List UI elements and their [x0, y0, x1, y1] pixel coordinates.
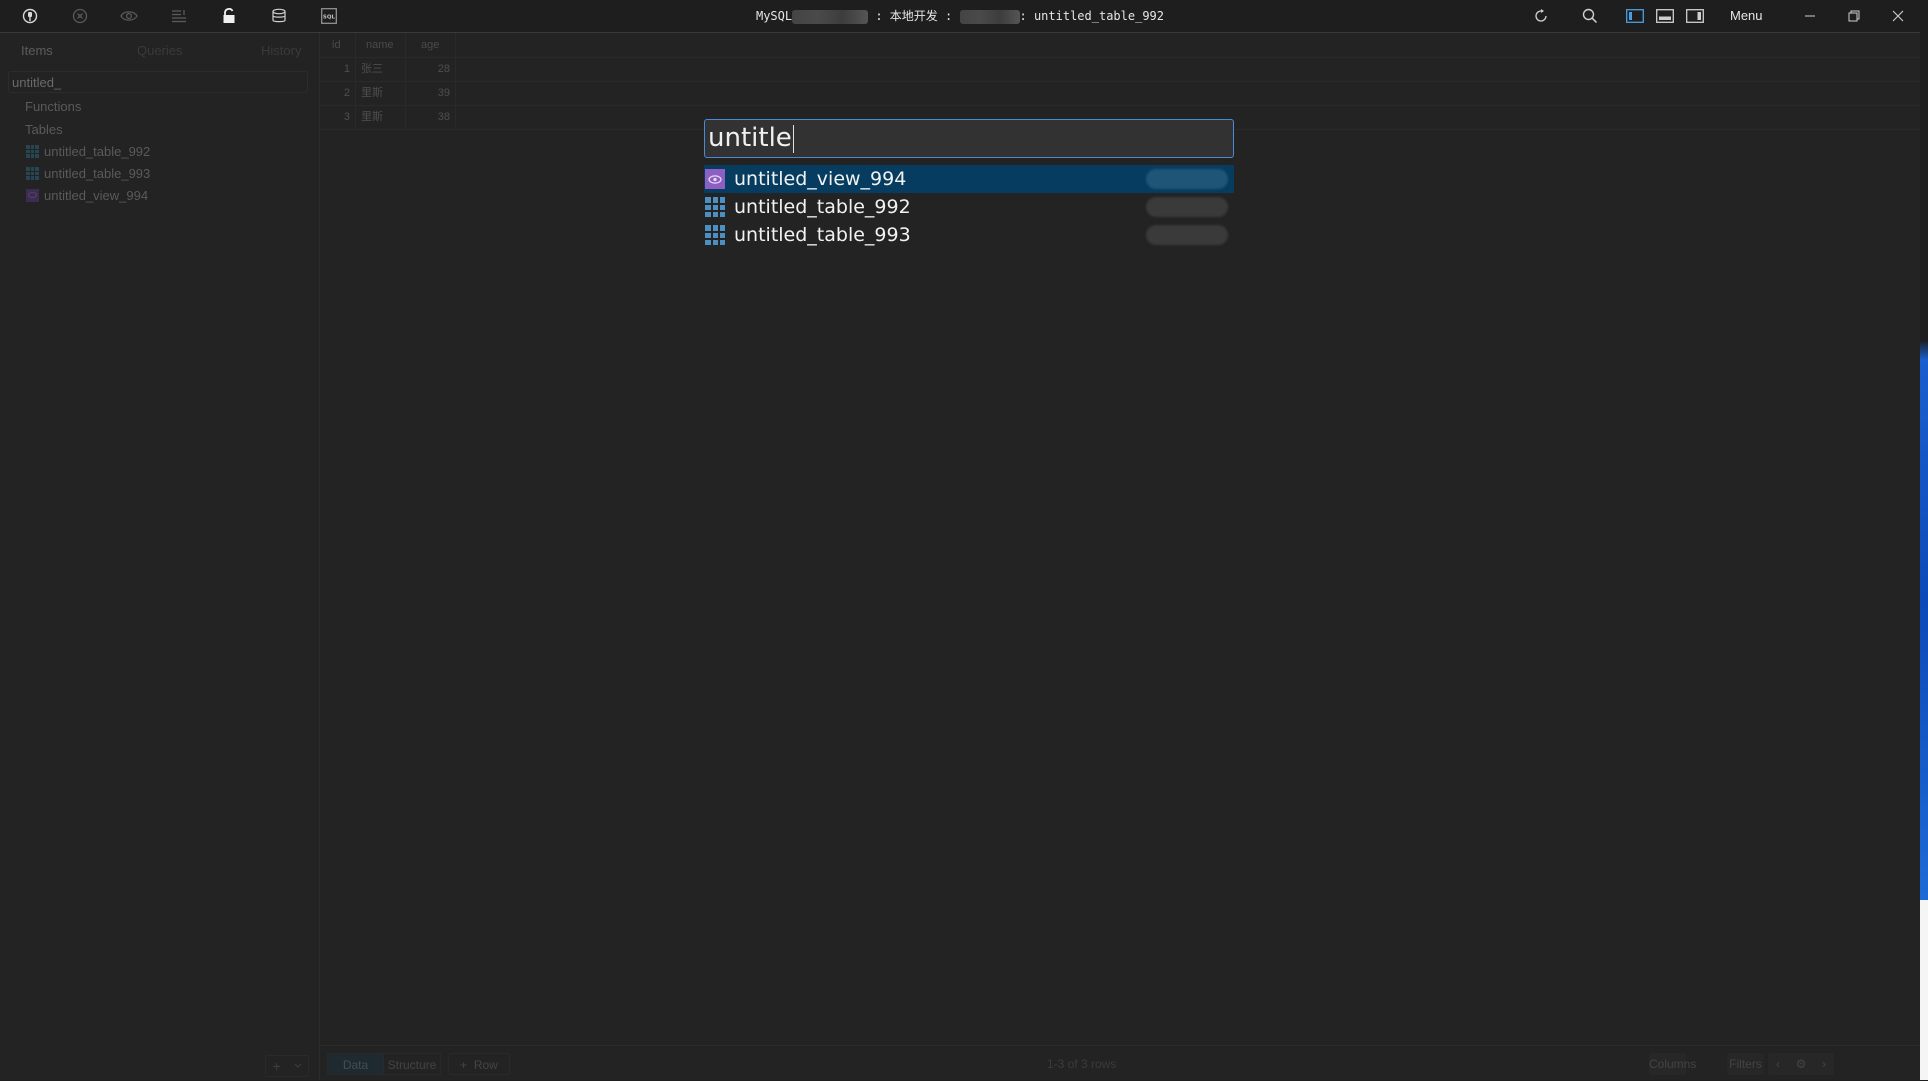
minimize-icon[interactable] [1800, 6, 1820, 26]
tab-data[interactable]: Data [327, 1053, 384, 1075]
restore-icon[interactable] [1844, 6, 1864, 26]
plus-icon: + [272, 1058, 281, 1074]
column-header-age[interactable]: age [406, 33, 456, 57]
quick-open-result[interactable]: untitled_table_993 [704, 221, 1234, 249]
add-row-label: Row [473, 1058, 498, 1072]
desktop-wallpaper [1920, 0, 1928, 900]
result-label: untitled_table_993 [734, 224, 911, 246]
chevron-down-icon [294, 1063, 301, 1068]
next-page-icon[interactable]: › [1822, 1053, 1826, 1075]
sidebar-item-label: untitled_table_992 [44, 143, 151, 159]
reload-icon[interactable] [1531, 6, 1551, 26]
pagination-controls: ‹ ⚙ › [1768, 1053, 1834, 1075]
toggle-bottom-panel-icon[interactable] [1655, 6, 1675, 26]
tab-history[interactable]: History [261, 43, 301, 58]
view-icon [705, 169, 725, 189]
columns-button[interactable]: Columns [1649, 1053, 1696, 1075]
redacted-detail [1146, 197, 1228, 217]
section-functions[interactable]: Functions [25, 99, 81, 114]
cell-id[interactable]: 3 [320, 105, 356, 129]
text-caret [792, 124, 794, 153]
sidebar-item-label: untitled_table_993 [44, 165, 151, 181]
settings-icon[interactable]: ⚙ [1796, 1053, 1807, 1075]
toggle-left-panel-icon[interactable] [1625, 6, 1645, 26]
quick-open-results: untitled_view_994 untitled_table_992 unt… [704, 165, 1234, 249]
title-separator: : [937, 9, 960, 23]
column-header-name[interactable]: name [356, 33, 406, 57]
view-icon [26, 188, 39, 202]
toggle-right-panel-icon[interactable] [1685, 6, 1705, 26]
title-bar: SQL MySQL : 本地开发 : : untitled_table_992 … [0, 0, 1920, 33]
sidebar-item-table[interactable]: untitled_table_993 [26, 164, 150, 182]
desktop-background [1920, 900, 1928, 1080]
filters-button[interactable]: Filters [1727, 1053, 1764, 1075]
table-row[interactable]: 2 里斯 39 [320, 81, 1920, 106]
cell-id[interactable]: 1 [320, 57, 356, 81]
result-label: untitled_view_994 [734, 168, 907, 190]
sidebar-item-view[interactable]: untitled_view_994 [26, 186, 148, 204]
redacted-detail [1146, 169, 1228, 189]
bottom-bar: Data Structure + Row 1-3 of 3 rows Colum… [320, 1045, 1920, 1081]
tab-queries[interactable]: Queries [137, 43, 183, 58]
title-table-name: untitled_table_992 [1033, 9, 1164, 23]
quick-open-query: untitle [708, 123, 792, 153]
redacted-detail [1146, 225, 1228, 245]
table-icon [705, 197, 725, 217]
row-count-status: 1-3 of 3 rows [1047, 1057, 1117, 1071]
tab-structure[interactable]: Structure [383, 1053, 441, 1075]
quick-open-input[interactable]: untitle [704, 119, 1234, 158]
previous-page-icon[interactable]: ‹ [1776, 1053, 1780, 1075]
tab-items[interactable]: Items [21, 43, 53, 58]
title-separator: : [868, 9, 890, 23]
cell-age[interactable]: 39 [406, 81, 456, 105]
search-icon[interactable] [1580, 6, 1600, 26]
sidebar-tabs: Items Queries History [0, 43, 319, 63]
cell-id[interactable]: 2 [320, 81, 356, 105]
column-header-id[interactable]: id [320, 33, 356, 57]
add-row-button[interactable]: + Row [448, 1053, 510, 1075]
sidebar: Items Queries History untitled_ Function… [0, 33, 320, 1080]
grid-header: id name age [320, 33, 1920, 58]
table-icon [26, 166, 39, 180]
quick-open-result[interactable]: untitled_view_994 [704, 165, 1234, 193]
cell-age[interactable]: 38 [406, 105, 456, 129]
sidebar-item-label: untitled_view_994 [44, 187, 149, 203]
section-tables[interactable]: Tables [25, 122, 63, 137]
redacted-host [792, 9, 869, 24]
app-window: SQL MySQL : 本地开发 : : untitled_table_992 … [0, 0, 1920, 1080]
redacted-database [959, 9, 1020, 24]
quick-open-result[interactable]: untitled_table_992 [704, 193, 1234, 221]
table-row[interactable]: 1 张三 28 [320, 57, 1920, 82]
title-separator: : [1019, 9, 1034, 23]
result-label: untitled_table_992 [734, 196, 911, 218]
add-item-button[interactable]: + [265, 1055, 309, 1077]
cell-name[interactable]: 里斯 [356, 81, 406, 105]
sidebar-item-table[interactable]: untitled_table_992 [26, 142, 150, 160]
sidebar-search-input[interactable]: untitled_ [8, 71, 308, 93]
cell-name[interactable]: 张三 [356, 57, 406, 81]
title-db-type: MySQL [755, 9, 793, 23]
table-icon [26, 144, 39, 158]
plus-icon: + [460, 1058, 474, 1072]
cell-name[interactable]: 里斯 [356, 105, 406, 129]
menu-button[interactable]: Menu [1730, 0, 1763, 32]
title-connection-name: 本地开发 [889, 9, 938, 23]
cell-age[interactable]: 28 [406, 57, 456, 81]
close-icon[interactable] [1888, 6, 1908, 26]
table-icon [705, 225, 725, 245]
